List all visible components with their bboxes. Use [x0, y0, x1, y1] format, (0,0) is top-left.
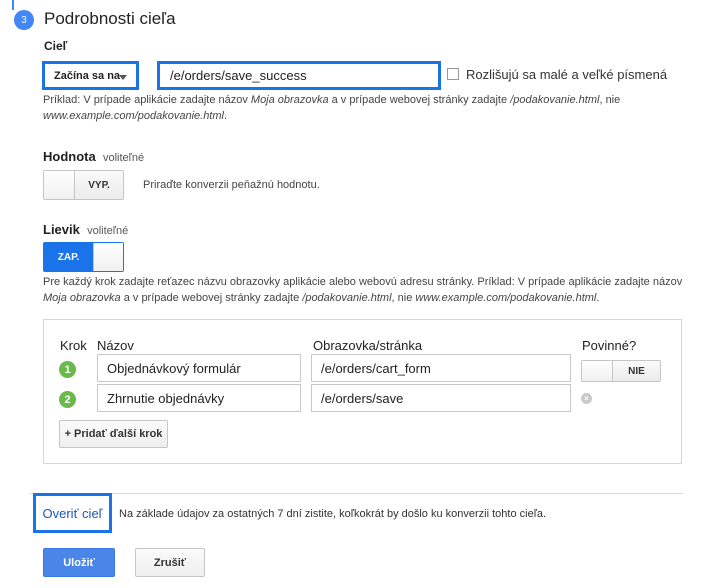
- column-header-name: Názov: [97, 338, 134, 353]
- toggle-knob: [582, 361, 613, 381]
- value-label: Hodnota voliteľné: [43, 149, 145, 164]
- caret-down-icon: [119, 75, 127, 80]
- toggle-knob: [93, 243, 123, 271]
- funnel-label: Lievik voliteľné: [43, 222, 129, 237]
- match-type-value: Začína sa na: [54, 69, 121, 82]
- goal-url-input[interactable]: [157, 61, 441, 90]
- value-description: Priraďte konverzii peňažnú hodnotu.: [143, 179, 320, 191]
- save-button[interactable]: Uložiť: [43, 548, 115, 577]
- add-step-button[interactable]: + Pridať ďalší krok: [59, 420, 168, 448]
- value-optional-hint: voliteľné: [102, 152, 145, 164]
- funnel-toggle-label: ZAP.: [44, 243, 93, 271]
- case-sensitive-checkbox[interactable]: [447, 68, 459, 80]
- step-number-badge: 3: [14, 10, 34, 30]
- step-1-required-toggle[interactable]: NIE: [581, 360, 661, 382]
- column-header-screen: Obrazovka/stránka: [313, 338, 423, 353]
- funnel-toggle[interactable]: ZAP.: [43, 242, 124, 272]
- verify-goal-button[interactable]: Overiť cieľ: [33, 493, 112, 533]
- toggle-knob: [44, 171, 75, 199]
- step-2-badge: 2: [59, 391, 76, 408]
- verify-description: Na základe údajov za ostatných 7 dní zis…: [119, 508, 547, 520]
- column-header-step: Krok: [60, 338, 87, 353]
- value-toggle-label: VYP.: [88, 179, 110, 191]
- goal-label: Cieľ: [44, 39, 68, 53]
- step-1-name-input[interactable]: [97, 354, 301, 382]
- step-1-required-label: NIE: [628, 365, 645, 377]
- section-title: Podrobnosti cieľa: [44, 9, 176, 28]
- funnel-help-text: Pre každý krok zadajte reťazec názvu obr…: [43, 276, 683, 304]
- goal-help-text: Príklad: V prípade aplikácie zadajte náz…: [43, 94, 621, 122]
- divider: [30, 493, 683, 494]
- step-rail: [12, 0, 14, 10]
- step-1-screen-input[interactable]: [311, 354, 571, 382]
- funnel-optional-hint: voliteľné: [87, 225, 129, 237]
- step-2-screen-input[interactable]: [311, 384, 571, 412]
- match-type-select[interactable]: Začína sa na: [42, 61, 139, 90]
- step-2-name-input[interactable]: [97, 384, 301, 412]
- cancel-button[interactable]: Zrušiť: [135, 548, 205, 577]
- column-header-required: Povinné?: [582, 338, 637, 353]
- case-sensitive-label: Rozlišujú sa malé a veľké písmená: [466, 67, 668, 82]
- remove-step-2-icon[interactable]: ×: [581, 393, 592, 404]
- value-toggle[interactable]: VYP.: [43, 170, 124, 200]
- step-1-badge: 1: [59, 361, 76, 378]
